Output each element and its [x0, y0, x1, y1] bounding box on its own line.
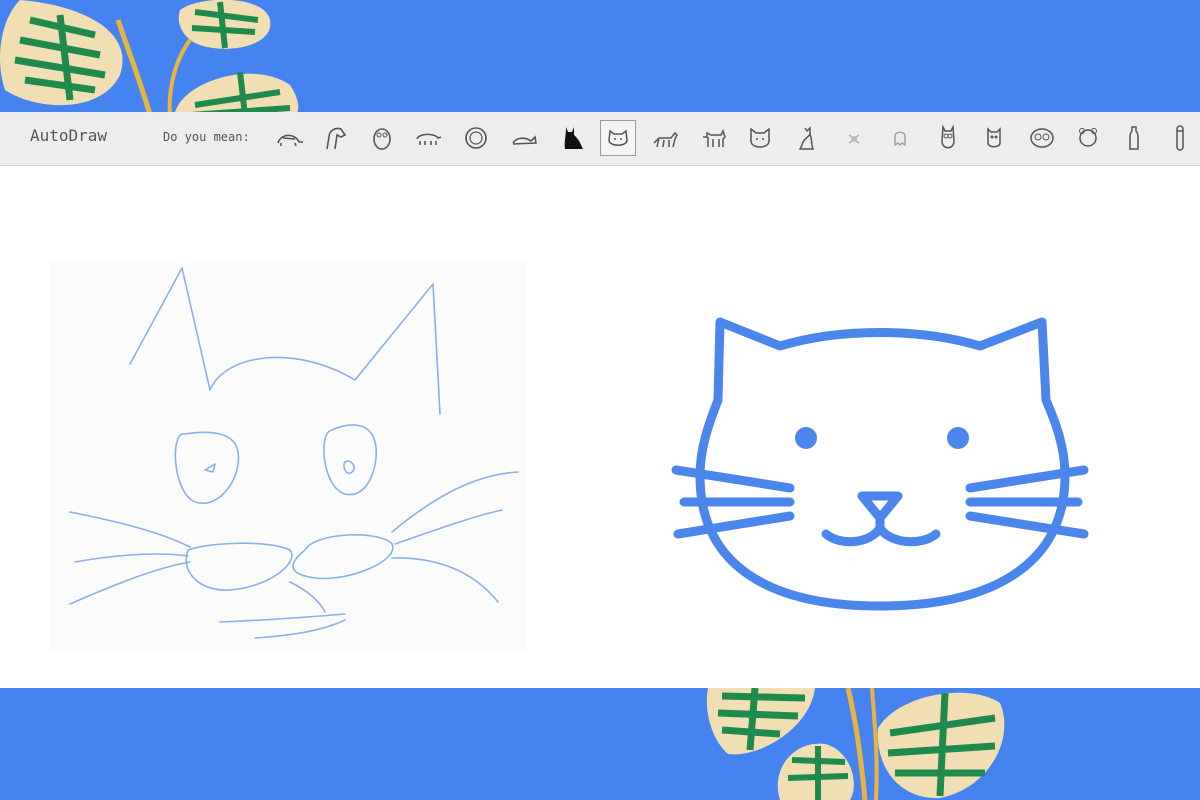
- suggestion-pig[interactable]: [410, 120, 446, 156]
- suggestion-sitting-cat[interactable]: [788, 120, 824, 156]
- lion-face-icon: [465, 127, 487, 149]
- suggestion-black-cat[interactable]: [554, 120, 590, 156]
- bear-icon: [1079, 128, 1097, 147]
- suggestion-owl[interactable]: [364, 120, 400, 156]
- app-title[interactable]: AutoDraw: [30, 126, 107, 145]
- autodraw-result-panel: [660, 306, 1100, 626]
- turtle-icon: [277, 134, 303, 147]
- suggestion-lion-face[interactable]: [458, 120, 494, 156]
- suggestion-dog[interactable]: [696, 120, 732, 156]
- cat-face-result: [671, 317, 1089, 611]
- bottle-icon: [1129, 126, 1139, 150]
- suggestion-bug[interactable]: [836, 120, 872, 156]
- dog-icon: [703, 129, 726, 147]
- horse-head-icon: [326, 127, 347, 150]
- bug-icon: [848, 134, 860, 144]
- suggestion-turtle[interactable]: [272, 120, 308, 156]
- suggestion-bottle[interactable]: [1116, 120, 1152, 156]
- suggestion-cat-head[interactable]: [742, 120, 778, 156]
- suggestion-horse-head[interactable]: [316, 120, 352, 156]
- suggestion-lying-cat[interactable]: [506, 120, 542, 156]
- pig-icon: [416, 133, 442, 145]
- lying-cat-icon: [512, 135, 537, 145]
- owl-tall-icon: [941, 124, 955, 149]
- hand-drawn-cat-sketch: [69, 267, 519, 639]
- cat-face-icon: [608, 129, 628, 146]
- drawing-canvas[interactable]: [0, 166, 1200, 688]
- suggestion-cat-face[interactable]: [600, 120, 636, 156]
- suggestion-toolbar: AutoDraw Do you mean:: [0, 112, 1200, 166]
- suggestion-owl-small[interactable]: [976, 120, 1012, 156]
- suggestion-tube[interactable]: [1162, 120, 1198, 156]
- leaf-decoration-bottom: [706, 688, 1005, 800]
- walking-cat-icon: [653, 131, 678, 148]
- suggestion-ghost[interactable]: [882, 120, 918, 156]
- owl-icon: [373, 128, 391, 150]
- cat-head-icon: [750, 127, 770, 148]
- suggestion-walking-cat[interactable]: [648, 120, 684, 156]
- hand-sketch-panel: [50, 262, 526, 650]
- suggestion-owl-face[interactable]: [1024, 120, 1060, 156]
- suggestion-bear[interactable]: [1070, 120, 1106, 156]
- owl-face-icon: [1030, 128, 1054, 148]
- bottom-decorative-band: [0, 688, 1200, 800]
- black-cat-icon: [564, 127, 583, 149]
- suggestion-prompt-label: Do you mean:: [163, 130, 250, 144]
- owl-small-icon: [987, 127, 1001, 148]
- suggestion-owl-tall[interactable]: [930, 120, 966, 156]
- leaf-decoration-top: [0, 0, 299, 115]
- ghost-icon: [894, 131, 906, 147]
- tube-icon: [1176, 125, 1184, 151]
- sitting-cat-icon: [798, 126, 815, 150]
